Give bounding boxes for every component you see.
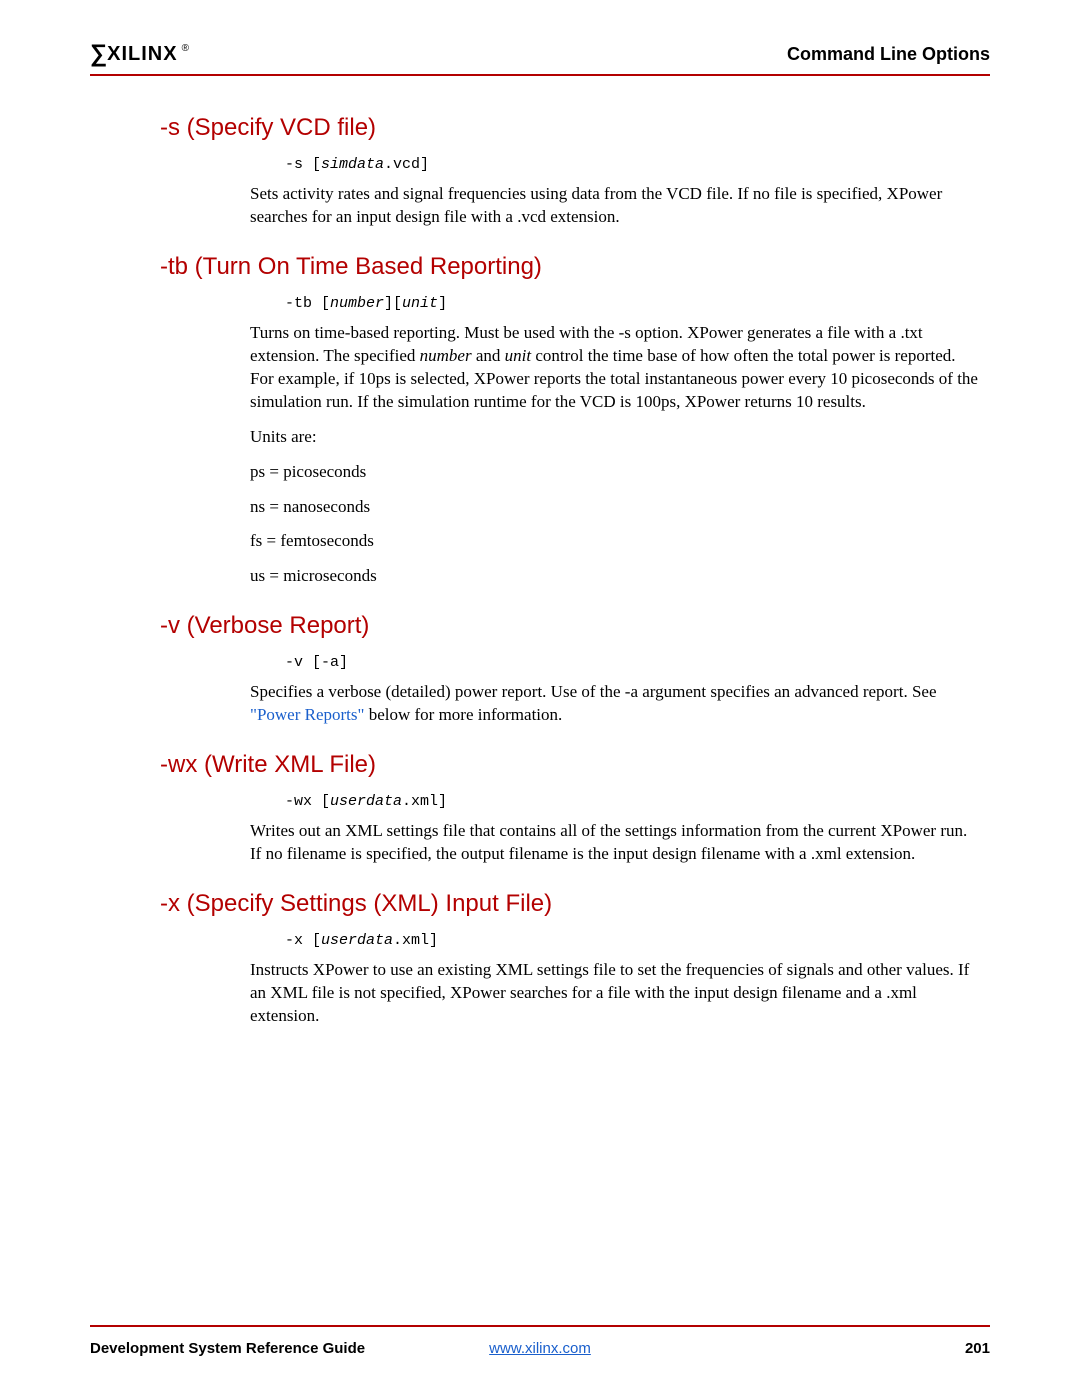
registered-icon: ® xyxy=(182,43,189,54)
footer-url-link[interactable]: www.xilinx.com xyxy=(489,1340,591,1357)
code-s: -s [simdata.vcd] xyxy=(285,156,990,173)
code-arg: number xyxy=(330,295,384,312)
code-arg: userdata xyxy=(330,793,402,810)
code-arg: simdata xyxy=(321,156,384,173)
logo: ∑ XILINX ® xyxy=(90,40,187,68)
code-text: ] xyxy=(438,295,447,312)
para-s: Sets activity rates and signal frequenci… xyxy=(250,183,980,229)
link-power-reports[interactable]: "Power Reports" xyxy=(250,705,364,724)
text-italic: number xyxy=(420,346,472,365)
code-text: .vcd] xyxy=(384,156,429,173)
heading-v: -v (Verbose Report) xyxy=(160,612,990,640)
heading-wx: -wx (Write XML File) xyxy=(160,751,990,779)
code-v: -v [-a] xyxy=(285,654,990,671)
divider-top xyxy=(90,74,990,76)
code-arg: unit xyxy=(402,295,438,312)
code-wx: -wx [userdata.xml] xyxy=(285,793,990,810)
code-text: ][ xyxy=(384,295,402,312)
heading-tb: -tb (Turn On Time Based Reporting) xyxy=(160,253,990,281)
text: and xyxy=(472,346,505,365)
code-text: -tb [ xyxy=(285,295,330,312)
para-x: Instructs XPower to use an existing XML … xyxy=(250,959,980,1028)
code-tb: -tb [number][unit] xyxy=(285,295,990,312)
logo-mark-icon: ∑ xyxy=(90,40,105,68)
para-tb-ps: ps = picoseconds xyxy=(250,461,980,484)
divider-bottom xyxy=(90,1325,990,1327)
logo-text: XILINX xyxy=(107,43,177,66)
code-text: -wx [ xyxy=(285,793,330,810)
page-header: ∑ XILINX ® Command Line Options xyxy=(90,40,990,68)
code-x: -x [userdata.xml] xyxy=(285,932,990,949)
para-tb-us: us = microseconds xyxy=(250,565,980,588)
footer-page-number: 201 xyxy=(965,1340,990,1357)
header-title: Command Line Options xyxy=(787,44,990,65)
para-tb-units-label: Units are: xyxy=(250,426,980,449)
heading-x: -x (Specify Settings (XML) Input File) xyxy=(160,890,990,918)
para-wx: Writes out an XML settings file that con… xyxy=(250,820,980,866)
code-arg: userdata xyxy=(321,932,393,949)
text-italic: unit xyxy=(505,346,531,365)
para-v: Specifies a verbose (detailed) power rep… xyxy=(250,681,980,727)
para-tb-1: Turns on time-based reporting. Must be u… xyxy=(250,322,980,414)
para-tb-fs: fs = femtoseconds xyxy=(250,530,980,553)
code-text: -s [ xyxy=(285,156,321,173)
heading-s: -s (Specify VCD file) xyxy=(160,114,990,142)
code-text: .xml] xyxy=(393,932,438,949)
text: Specifies a verbose (detailed) power rep… xyxy=(250,682,936,701)
text: below for more information. xyxy=(364,705,562,724)
para-tb-ns: ns = nanoseconds xyxy=(250,496,980,519)
footer-doc-title: Development System Reference Guide xyxy=(90,1340,365,1357)
code-text: .xml] xyxy=(402,793,447,810)
code-text: -x [ xyxy=(285,932,321,949)
page-footer: Development System Reference Guide www.x… xyxy=(90,1340,990,1357)
